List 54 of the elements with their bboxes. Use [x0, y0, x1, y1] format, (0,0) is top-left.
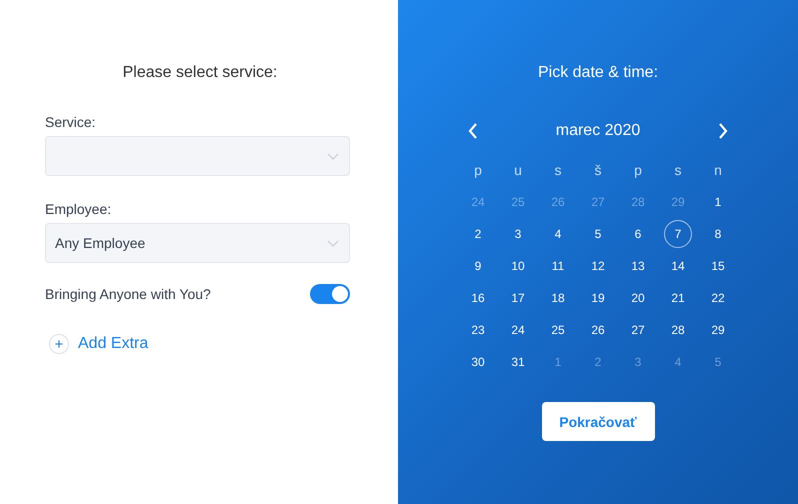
section-title: Please select service: [122, 64, 278, 82]
chevron-left-icon[interactable] [468, 123, 478, 139]
chevron-down-icon [327, 240, 339, 246]
calendar-day[interactable]: 23 [464, 316, 492, 344]
calendar-day[interactable]: 25 [544, 316, 572, 344]
calendar-day[interactable]: 7 [664, 220, 692, 248]
continue-button[interactable]: Pokračovať [542, 402, 654, 441]
calendar-day[interactable]: 11 [544, 252, 572, 280]
calendar-day[interactable]: 4 [544, 220, 572, 248]
calendar-day[interactable]: 6 [624, 220, 652, 248]
calendar-day[interactable]: 18 [544, 284, 572, 312]
calendar-day[interactable]: 15 [704, 252, 732, 280]
calendar-day[interactable]: 21 [664, 284, 692, 312]
calendar-day[interactable]: 14 [664, 252, 692, 280]
calendar-day[interactable]: 30 [464, 348, 492, 376]
chevron-right-icon[interactable] [718, 123, 728, 139]
select-field[interactable]: Any Employee [45, 223, 350, 263]
plus-icon[interactable]: + [49, 334, 69, 354]
weekday-label: s [554, 161, 562, 180]
calendar-day[interactable]: 2 [464, 220, 492, 248]
weekday-label: š [594, 161, 602, 180]
calendar-day[interactable]: 17 [504, 284, 532, 312]
calendar-day[interactable]: 31 [504, 348, 532, 376]
calendar-day[interactable]: 29 [704, 316, 732, 344]
calendar-day[interactable]: 8 [704, 220, 732, 248]
calendar-day[interactable]: 22 [704, 284, 732, 312]
calendar-day[interactable]: 10 [504, 252, 532, 280]
month-label: marec 2020 [556, 122, 640, 140]
weekday-label: n [713, 161, 723, 180]
field-label: Employee: [45, 201, 112, 217]
weekday-label: u [513, 161, 523, 180]
section-title: Pick date & time: [538, 64, 658, 82]
weekday-label: p [633, 161, 643, 180]
toggle-switch[interactable] [310, 284, 350, 304]
calendar-day[interactable]: 9 [464, 252, 492, 280]
add-extra-link[interactable]: Add Extra [78, 335, 148, 353]
calendar-day[interactable]: 13 [624, 252, 652, 280]
weekday-label: p [473, 161, 483, 180]
calendar-day[interactable]: 12 [584, 252, 612, 280]
field-label: Service: [45, 114, 97, 130]
toggle-label: Bringing Anyone with You? [45, 286, 211, 302]
calendar-day[interactable]: 1 [704, 188, 732, 216]
calendar-day[interactable]: 19 [584, 284, 612, 312]
select-field[interactable] [45, 136, 350, 176]
calendar-day[interactable]: 3 [504, 220, 532, 248]
calendar-day[interactable]: 16 [464, 284, 492, 312]
calendar-day[interactable]: 26 [584, 316, 612, 344]
chevron-down-icon [327, 152, 339, 160]
calendar-day[interactable]: 28 [664, 316, 692, 344]
calendar-day[interactable]: 20 [624, 284, 652, 312]
calendar-day[interactable]: 27 [624, 316, 652, 344]
calendar-day[interactable]: 5 [584, 220, 612, 248]
calendar-day[interactable]: 24 [504, 316, 532, 344]
weekday-label: s [674, 161, 682, 180]
